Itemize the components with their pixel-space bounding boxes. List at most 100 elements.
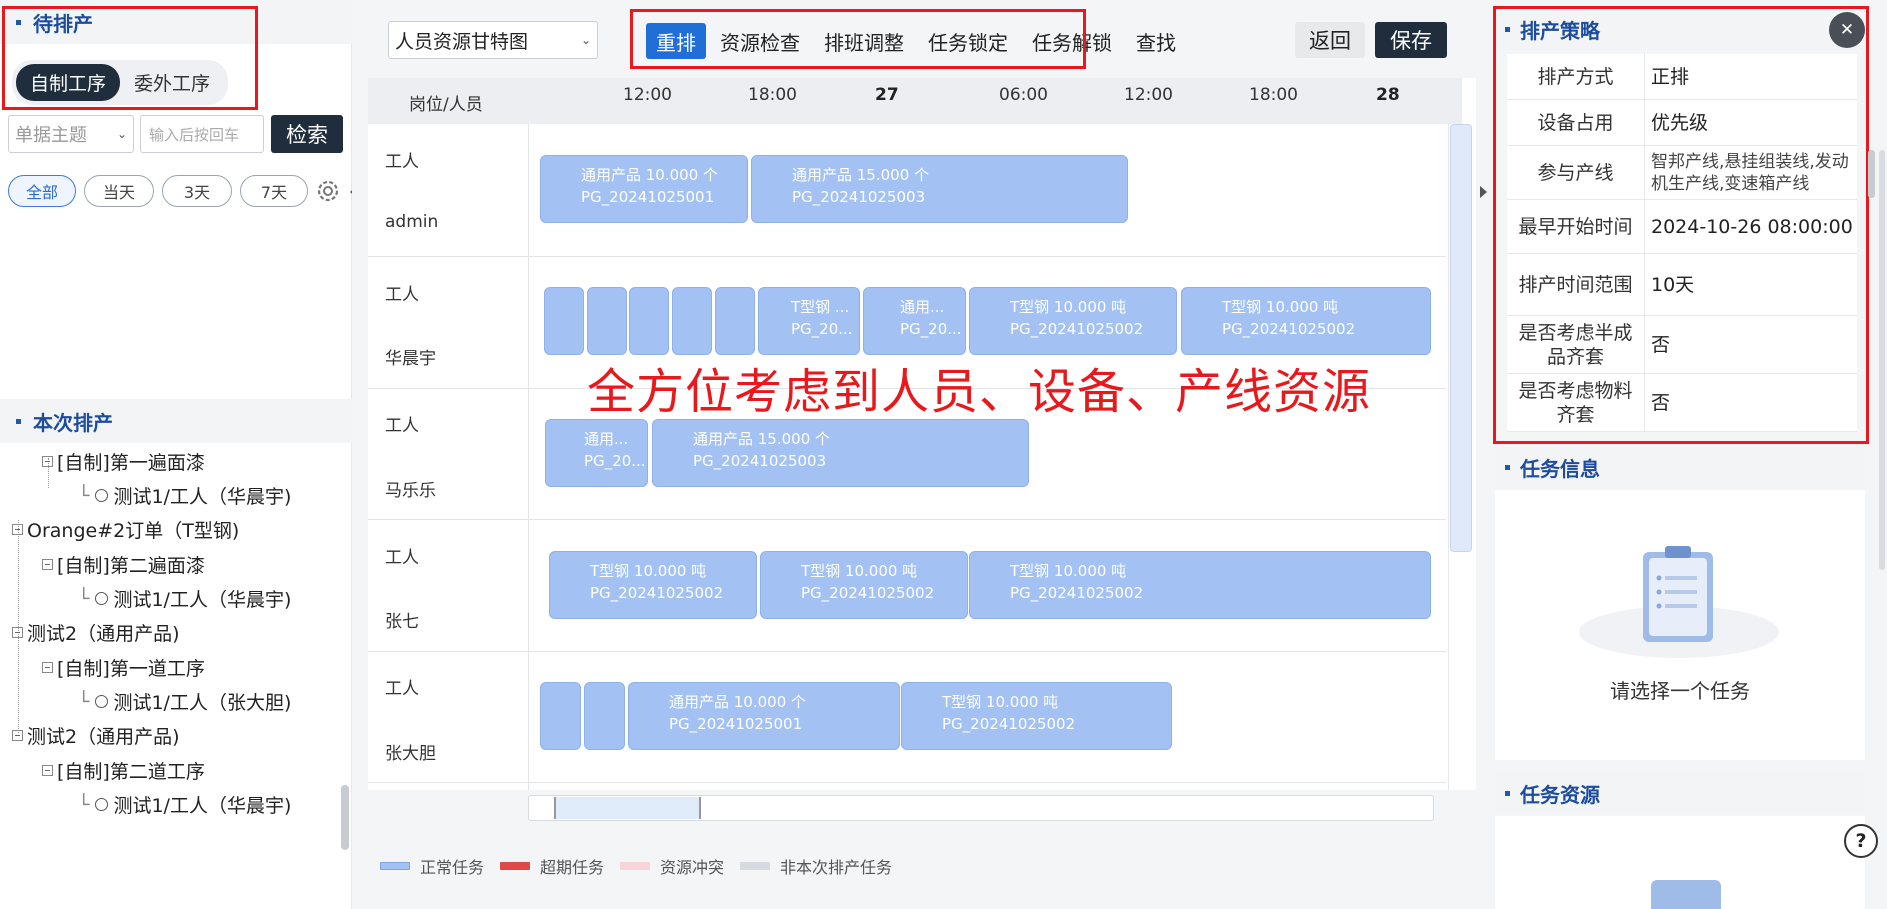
row-divider [368,256,1446,257]
radio-icon[interactable] [95,489,109,502]
gear-icon[interactable] [314,177,342,205]
current-title: 本次排产 [33,410,113,435]
tree-scrollbar[interactable] [341,785,349,850]
back-button[interactable]: 返回 [1295,22,1365,58]
strategy-row: 最早开始时间 2024-10-26 08:00:00 [1507,200,1857,254]
time-tick: 28 [1376,85,1400,105]
radio-icon[interactable] [95,695,109,708]
task-bar[interactable]: T型钢 10.000 吨 PG_20241025002 [969,551,1431,619]
radio-icon[interactable] [95,592,109,605]
task-bar[interactable] [672,287,712,355]
task-bar[interactable] [540,682,581,750]
row-role: 工人 [385,416,419,436]
row-person: 张大胆 [385,744,436,764]
task-bar[interactable] [584,682,625,750]
range-today-button[interactable]: 当天 [84,175,154,207]
tree-leaf[interactable]: └ 测试1/工人（华晨宇) [78,585,291,612]
task-bar[interactable] [715,287,755,355]
row-person: 华晨宇 [385,349,436,369]
task-bar[interactable]: 通用产品 10.000 个 PG_20241025001 [628,682,900,750]
view-select-value: 人员资源甘特图 [395,30,529,53]
tree-item[interactable]: 测试2（通用产品) [12,722,180,749]
task-resource-header: 任务资源 [1495,772,1865,814]
strategy-row: 设备占用 优先级 [1507,100,1857,146]
collapse-icon[interactable] [12,627,23,638]
task-lock-button[interactable]: 任务锁定 [918,23,1018,59]
process-type-tabs: 自制工序 委外工序 [12,60,229,105]
task-bar[interactable]: T型钢 10.000 吨 PG_20241025002 [901,682,1172,750]
task-bar[interactable]: 通用产品 10.000 个 PG_20241025001 [540,155,748,223]
search-button[interactable]: 检索 [271,115,343,153]
tree-leaf[interactable]: └ 测试1/工人（华晨宇) [78,791,291,818]
collapse-icon[interactable] [42,765,53,776]
collapse-right-icon[interactable] [1480,186,1487,198]
gantt-hscroll-thumb[interactable] [554,797,701,819]
tree-leaf[interactable]: └ 测试1/工人（张大胆) [78,688,291,715]
tree-leaf[interactable]: └ 测试1/工人（华晨宇) [78,482,291,509]
section-bullet-icon [16,19,21,25]
tab-outsourced[interactable]: 委外工序 [120,64,224,101]
section-bullet-icon [1505,26,1510,32]
collapse-icon[interactable] [42,559,53,570]
task-info-title: 任务信息 [1520,456,1600,481]
legend-other: 非本次排产任务 [740,854,892,878]
gantt-vscroll-thumb[interactable] [1450,124,1472,552]
view-select[interactable]: 人员资源甘特图 ⌄ [388,21,598,59]
collapse-icon[interactable] [42,456,53,467]
task-bar[interactable]: 通用... PG_20... [545,419,648,487]
legend: 正常任务 超期任务 资源冲突 非本次排产任务 [380,854,892,878]
task-resource-title: 任务资源 [1520,782,1600,807]
task-bar[interactable] [629,287,669,355]
legend-swatch [620,862,651,870]
row-divider [368,782,1446,783]
task-bar[interactable]: T型钢 ... PG_20... [758,287,860,355]
range-3days-button[interactable]: 3天 [162,175,232,207]
tree-item[interactable]: [自制]第一遍面漆 [42,448,205,475]
range-7days-button[interactable]: 7天 [240,175,308,207]
strategy-scrollbar[interactable] [1868,150,1875,198]
tree-item[interactable]: 测试2（通用产品) [12,619,180,646]
page-scrollbar[interactable] [1879,150,1885,570]
find-button[interactable]: 查找 [1126,23,1186,59]
collapse-icon[interactable] [12,524,23,535]
reschedule-button[interactable]: 重排 [646,23,706,59]
tree-item[interactable]: [自制]第二遍面漆 [42,551,205,578]
task-bar[interactable]: 通用... PG_20... [863,287,966,355]
time-tick: 06:00 [999,85,1048,105]
task-bar[interactable]: T型钢 10.000 吨 PG_20241025002 [760,551,968,619]
collapse-icon[interactable] [42,662,53,673]
search-input[interactable]: 输入后按回车 [140,115,264,153]
chevron-down-icon: ⌄ [116,127,127,141]
task-unlock-button[interactable]: 任务解锁 [1022,23,1122,59]
shift-adjust-button[interactable]: 排班调整 [814,23,914,59]
task-bar[interactable]: 通用产品 15.000 个 PG_20241025003 [652,419,1029,487]
search-input-placeholder: 输入后按回车 [149,125,240,144]
section-bullet-icon [16,418,21,424]
collapse-icon[interactable]: ✕ [1829,12,1865,48]
task-bar[interactable] [587,287,627,355]
task-bar[interactable]: 通用产品 15.000 个 PG_20241025003 [751,155,1128,223]
legend-swatch [380,862,410,870]
range-all-button[interactable]: 全部 [8,175,76,207]
clipboard-icon [1651,880,1721,909]
row-role: 工人 [385,285,419,305]
help-icon[interactable]: ? [1844,824,1878,858]
tree-item[interactable]: [自制]第一道工序 [42,654,205,681]
tree-item[interactable]: Orange#2订单（T型钢) [12,516,239,543]
collapse-icon[interactable] [12,730,23,741]
row-role: 工人 [385,152,419,172]
tab-self-made[interactable]: 自制工序 [16,64,121,101]
doc-subject-select[interactable]: 单据主题 ⌄ [8,115,134,153]
strategy-header: 排产策略 [1495,8,1865,50]
task-bar[interactable]: T型钢 10.000 吨 PG_20241025002 [1181,287,1431,355]
task-bar[interactable]: T型钢 10.000 吨 PG_20241025002 [969,287,1177,355]
task-info-header: 任务信息 [1495,446,1865,488]
resource-check-button[interactable]: 资源检查 [710,23,810,59]
row-role: 工人 [385,679,419,699]
radio-icon[interactable] [95,798,109,811]
row-divider [368,651,1446,652]
tree-item[interactable]: [自制]第二道工序 [42,757,205,784]
task-bar[interactable] [544,287,584,355]
task-bar[interactable]: T型钢 10.000 吨 PG_20241025002 [549,551,757,619]
save-button[interactable]: 保存 [1375,22,1447,58]
